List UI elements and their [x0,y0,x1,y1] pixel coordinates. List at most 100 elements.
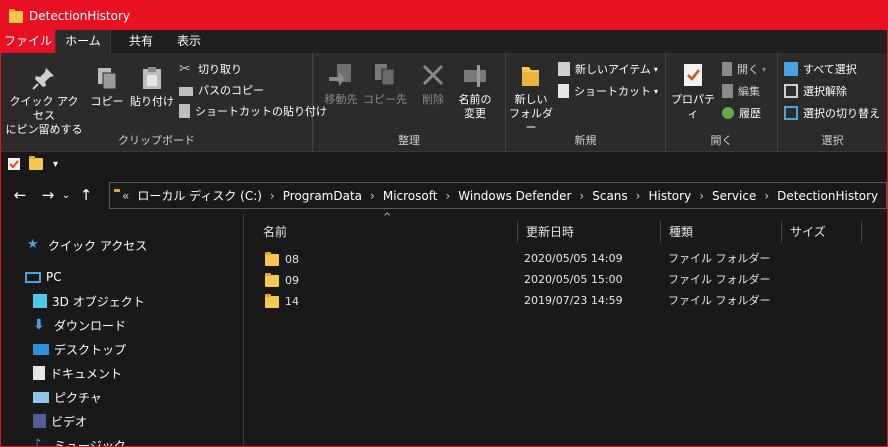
breadcrumb-separator[interactable]: › [579,189,584,203]
tab-view[interactable]: 表示 [167,30,211,53]
new-item-icon [558,62,570,76]
chevron-down-icon: ▾ [762,64,767,74]
customize-toolbar-icon[interactable]: ▾ [53,159,58,170]
open-button[interactable]: 開く ▾ [722,59,766,79]
new-folder-icon[interactable] [29,156,43,170]
breadcrumb-windows-defender[interactable]: Windows Defender [458,189,571,203]
copy-icon [98,68,117,90]
breadcrumb-drive[interactable]: ローカル ディスク (C:) [137,187,262,204]
clipboard-group-label: クリップボード [118,134,195,147]
select-none-button[interactable]: 選択解除 [784,81,847,101]
breadcrumb-separator[interactable]: › [636,189,641,203]
nav-item-documents[interactable]: ドキュメント [33,363,122,383]
document-icon [33,366,45,380]
up-arrow-icon[interactable]: ↑ [75,186,97,204]
video-icon [33,414,46,428]
nav-item-quick-access[interactable]: ★ クイック アクセス [27,235,147,255]
clipboard-icon [143,67,161,89]
new-group: 新しい フォルダー 新しいアイテム ▾ ショートカット ▾ 新規 [506,53,666,152]
invert-selection-button[interactable]: 選択の切り替え [784,103,880,123]
new-folder-button[interactable]: 新しい フォルダー [508,61,554,135]
properties-icon [684,64,702,86]
copy-to-button[interactable]: コピー先 [363,61,407,107]
copy-path-button[interactable]: パスのコピー [179,80,264,100]
select-none-icon [784,84,798,98]
breadcrumb-detectionhistory[interactable]: DetectionHistory [777,189,878,203]
paste-shortcut-button[interactable]: ショートカットの貼り付け [179,101,327,121]
cut-button[interactable]: ✂ 切り取り [179,59,242,79]
breadcrumb-microsoft[interactable]: Microsoft [383,189,438,203]
file-row[interactable]: 09 2020/05/05 15:00 ファイル フォルダー [265,270,865,290]
copy-to-icon [375,64,395,86]
paste-button[interactable]: 貼り付け [129,65,175,109]
nav-item-downloads[interactable]: ⬇ ダウンロード [33,315,126,335]
move-to-label: 移動先 [324,93,358,106]
nav-item-music[interactable]: ♪ ミュージック [33,435,126,447]
history-icon [722,107,734,119]
file-row[interactable]: 08 2020/05/05 14:09 ファイル フォルダー [265,249,865,269]
nav-item-label: ダウンロード [54,318,127,333]
rename-label: 名前の 変更 [458,93,492,120]
breadcrumb-scans[interactable]: Scans [592,189,627,203]
breadcrumb-separator[interactable]: › [370,189,375,203]
new-folder-label: 新しい フォルダー [509,93,553,134]
new-item-button[interactable]: 新しいアイテム ▾ [558,59,658,79]
select-all-button[interactable]: すべて選択 [784,59,857,79]
easy-access-button[interactable]: ショートカット ▾ [558,81,658,101]
title-bar[interactable]: DetectionHistory [1,1,887,30]
folder-icon [9,8,23,23]
breadcrumb-separator[interactable]: › [699,189,704,203]
nav-item-3d-objects[interactable]: 3D オブジェクト [33,291,145,311]
properties-button[interactable]: プロパティ [668,61,718,121]
breadcrumb-history[interactable]: History [648,189,691,203]
breadcrumb-separator[interactable]: › [764,189,769,203]
chevron-down-icon: ▾ [653,64,658,74]
breadcrumb-separator[interactable]: › [270,189,275,203]
ribbon-tabs: ファイル ホーム 共有 表示 [1,30,887,53]
breadcrumb-programdata[interactable]: ProgramData [283,189,362,203]
nav-item-pc[interactable]: PC [25,267,62,287]
tab-file[interactable]: ファイル [1,30,55,53]
address-bar[interactable]: « ローカル ディスク (C:) › ProgramData › Microso… [109,182,887,209]
breadcrumb-separator[interactable]: › [445,189,450,203]
tab-share[interactable]: 共有 [119,30,163,53]
overflow-chevron[interactable]: « [122,189,129,203]
edit-label: 編集 [738,85,760,98]
pin-icon [32,68,54,90]
column-header-type[interactable]: 種類 [661,220,782,243]
nav-item-label: ミュージック [54,438,126,447]
delete-icon [422,64,444,86]
picture-icon [33,392,49,403]
forward-arrow-icon[interactable]: → [37,186,59,204]
move-to-button[interactable]: 移動先 [319,61,363,107]
tab-home[interactable]: ホーム [55,30,111,53]
file-type: ファイル フォルダー [668,294,771,307]
open-label: 開く [737,63,759,76]
nav-item-label: ドキュメント [50,366,123,381]
history-button[interactable]: 履歴 [722,103,761,123]
pc-icon [25,272,41,283]
rename-button[interactable]: 名前の 変更 [453,61,497,121]
column-header-size[interactable]: サイズ [782,220,862,243]
properties-icon[interactable] [7,157,21,171]
organize-group-label: 整理 [398,134,420,147]
select-none-label: 選択解除 [803,85,847,98]
file-list: ^ 名前 更新日時 種類 サイズ 08 2020/05/05 14:09 ファイ… [245,212,887,446]
pin-label: クイック アクセス にピン留めする [5,95,83,136]
breadcrumb-service[interactable]: Service [712,189,756,203]
cube-icon [33,294,47,308]
pin-quick-access-button[interactable]: クイック アクセス にピン留めする [5,65,83,137]
star-icon: ★ [27,237,39,252]
nav-item-pictures[interactable]: ピクチャ [33,387,102,407]
recent-locations-chevron-icon[interactable]: ⌄ [59,190,73,201]
file-row[interactable]: 14 2019/07/23 14:59 ファイル フォルダー [265,291,865,311]
column-header-modified[interactable]: 更新日時 [518,220,661,243]
back-arrow-icon[interactable]: ← [9,186,31,204]
column-header-name[interactable]: 名前 [255,220,518,243]
edit-button[interactable]: 編集 [722,81,760,101]
clipboard-group: クイック アクセス にピン留めする コピー 貼り付け ✂ 切り取り パスのコピー… [1,53,327,152]
copy-button[interactable]: コピー [89,65,125,109]
nav-item-desktop[interactable]: デスクトップ [33,339,126,359]
delete-button[interactable]: 削除 [413,61,453,107]
nav-item-videos[interactable]: ビデオ [33,411,87,431]
